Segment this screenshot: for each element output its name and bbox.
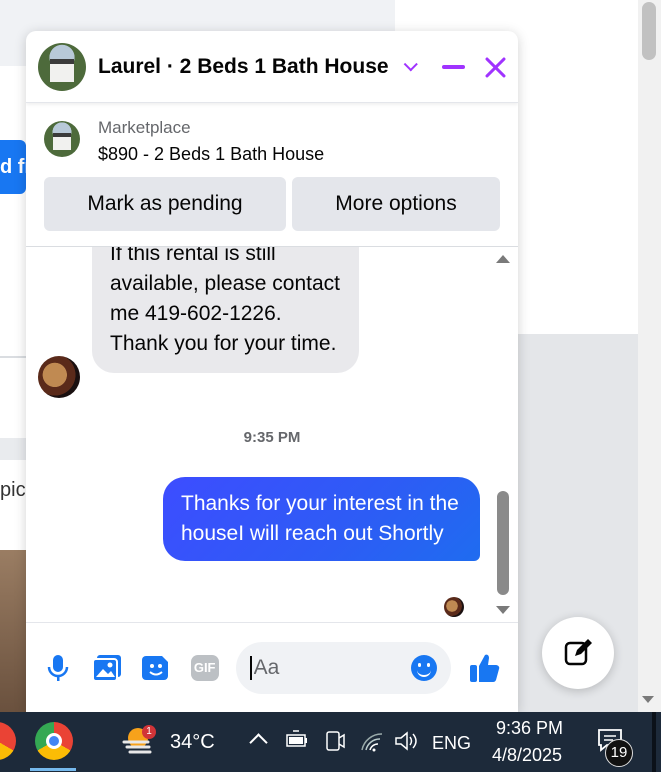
chevron-down-icon[interactable] — [403, 56, 418, 71]
gif-icon[interactable]: GIF — [189, 652, 221, 684]
page-card-text: pic — [0, 460, 26, 550]
mark-as-pending-button[interactable]: Mark as pending — [44, 177, 286, 231]
thread-scroll-down-arrow[interactable] — [496, 606, 510, 614]
chrome-icon[interactable] — [35, 722, 73, 760]
show-desktop-edge[interactable] — [652, 712, 656, 772]
photo-icon[interactable] — [91, 652, 123, 684]
weather-badge: 1 — [142, 725, 156, 739]
message-timestamp: 9:35 PM — [243, 429, 301, 446]
incoming-message[interactable]: If this rental is still available, pleas… — [92, 247, 359, 373]
listing-title[interactable]: $890 - 2 Beds 1 Bath House — [98, 139, 324, 169]
listing-thumbnail[interactable] — [44, 121, 80, 157]
seen-indicator-avatar — [444, 597, 464, 617]
clock-date[interactable]: 4/8/2025 — [492, 745, 562, 766]
microphone-icon[interactable] — [42, 652, 74, 684]
conversation-title[interactable]: Laurel · 2 Beds 1 Bath House — [98, 55, 389, 79]
compose-icon — [564, 639, 592, 666]
language-indicator[interactable]: ENG — [432, 733, 471, 754]
new-message-button[interactable] — [542, 617, 614, 689]
camera-icon[interactable] — [325, 730, 345, 757]
chevron-up-icon[interactable] — [249, 733, 268, 752]
battery-icon[interactable] — [285, 730, 309, 755]
message-input[interactable] — [249, 655, 400, 680]
chat-window: Laurel · 2 Beds 1 Bath House Marketplace… — [26, 31, 518, 712]
thread-scrollbar-thumb[interactable] — [497, 491, 509, 595]
taskbar-app-icon[interactable] — [0, 722, 16, 760]
notification-count-badge: 19 — [605, 739, 633, 767]
page-scrollbar-thumb[interactable] — [642, 2, 656, 60]
sender-avatar[interactable] — [38, 356, 80, 398]
page-photo — [0, 550, 26, 712]
thread-scroll-up-arrow[interactable] — [496, 255, 510, 263]
speaker-icon[interactable] — [394, 730, 418, 757]
conversation-avatar[interactable] — [38, 42, 86, 91]
page-card — [0, 66, 26, 356]
page-card — [0, 358, 26, 438]
more-options-button[interactable]: More options — [292, 177, 500, 231]
close-icon[interactable] — [483, 55, 506, 79]
sticker-icon[interactable] — [140, 652, 172, 684]
wifi-icon[interactable] — [360, 732, 384, 757]
marketplace-label: Marketplace — [98, 118, 191, 137]
emoji-icon[interactable] — [411, 654, 438, 681]
thumbs-up-icon[interactable] — [469, 652, 501, 684]
taskbar: 1 34°C ENG 9:36 PM 4/8/2025 19 — [0, 712, 661, 772]
chat-header: Laurel · 2 Beds 1 Bath House — [26, 31, 518, 103]
message-input-container[interactable] — [235, 641, 452, 694]
page-primary-button[interactable]: d fr — [0, 140, 26, 194]
active-app-indicator — [30, 768, 76, 771]
outgoing-message[interactable]: Thanks for your interest in the houseI w… — [163, 477, 480, 561]
clock-time[interactable]: 9:36 PM — [496, 718, 563, 739]
minimize-icon[interactable] — [442, 64, 466, 69]
message-composer: GIF — [26, 622, 518, 712]
marketplace-panel: Marketplace $890 - 2 Beds 1 Bath House M… — [26, 103, 518, 231]
message-thread[interactable]: If this rental is still available, pleas… — [26, 246, 518, 622]
page-scroll-down-arrow[interactable] — [642, 696, 654, 703]
temperature[interactable]: 34°C — [170, 731, 215, 754]
page-scrollbar[interactable] — [638, 0, 661, 712]
